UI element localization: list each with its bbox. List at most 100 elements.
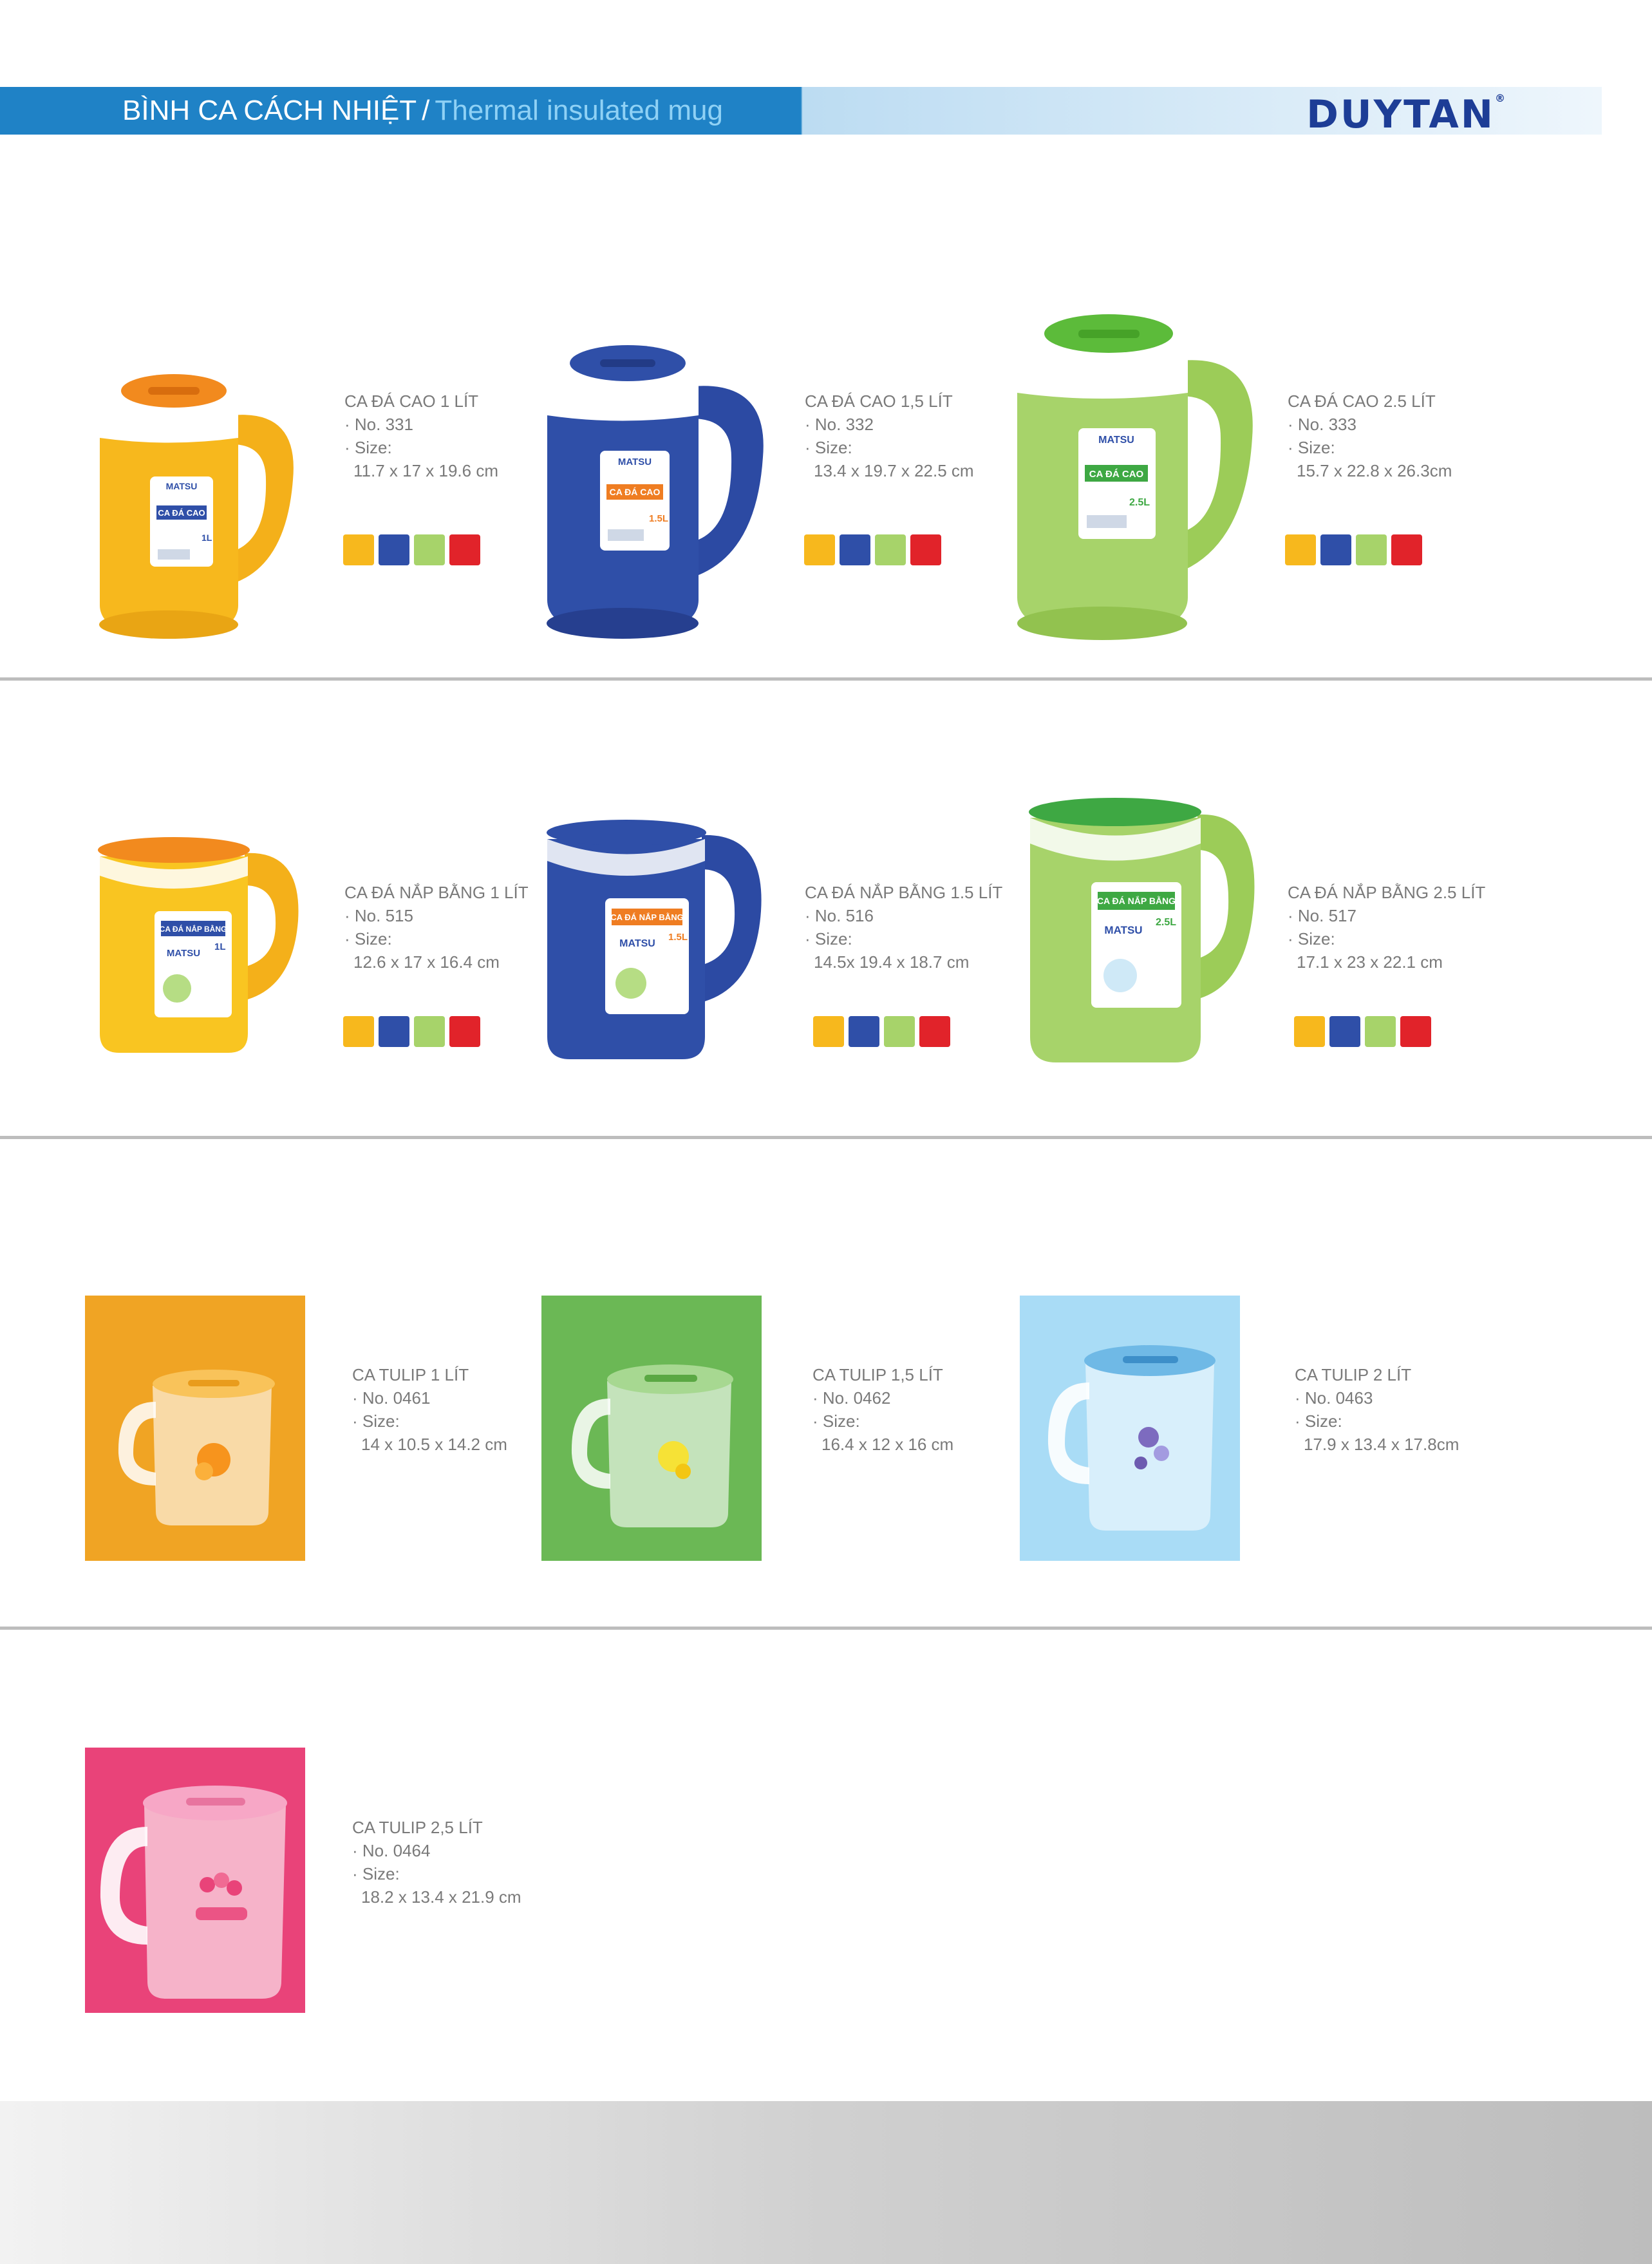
jug-volume-332: 1.5L <box>649 513 668 524</box>
jug-brand-332: MATSU <box>618 457 652 467</box>
jug-image-515: CA ĐÁ NẮP BẰNG MATSU 1L <box>98 837 299 1053</box>
jug-label-332: CA ĐÁ CAO <box>610 487 661 497</box>
jug-volume-516: 1.5L <box>668 932 688 943</box>
product-number: · No. 515 <box>344 906 413 925</box>
brand-logo-text: DUYTAN <box>1306 92 1495 137</box>
jug-image-333: CA ĐÁ CAO MATSU 2.5L <box>1017 314 1253 640</box>
product-info-515: CA ĐÁ NẮP BẰNG 1 LÍT · No. 515 · Size: 1… <box>344 881 529 974</box>
jug-image-331: CA ĐÁ CAO MATSU 1L <box>99 374 294 639</box>
title-separator: / <box>422 95 430 126</box>
product-number: · No. 0462 <box>812 1388 891 1408</box>
product-size: 17.9 x 13.4 x 17.8cm <box>1304 1435 1460 1454</box>
jug-label-516: CA ĐÁ NẮP BẰNG <box>610 912 683 922</box>
jug-brand-515: MATSU <box>167 948 200 959</box>
product-name: CA ĐÁ CAO 1,5 LÍT <box>805 391 953 411</box>
product-card-0463 <box>1020 1296 1240 1561</box>
swatch-red <box>919 1016 950 1047</box>
jug-label-515: CA ĐÁ NẮP BẰNG <box>160 924 227 934</box>
jug-label-331: CA ĐÁ CAO <box>158 508 205 518</box>
product-number: · No. 516 <box>805 906 874 925</box>
product-info-331: CA ĐÁ CAO 1 LÍT · No. 331 · Size: 11.7 x… <box>344 390 498 482</box>
product-name: CA ĐÁ NẮP BẰNG 2.5 LÍT <box>1288 883 1486 902</box>
product-info-332: CA ĐÁ CAO 1,5 LÍT · No. 332 · Size: 13.4… <box>805 390 974 482</box>
swatch-red <box>1391 534 1422 565</box>
color-swatches-333 <box>1285 534 1422 565</box>
swatch-yellow <box>804 534 835 565</box>
size-label: · Size: <box>352 1411 400 1431</box>
product-size: 18.2 x 13.4 x 21.9 cm <box>361 1887 521 1907</box>
product-number: · No. 517 <box>1288 906 1356 925</box>
color-swatches-332 <box>804 534 941 565</box>
swatch-yellow <box>1294 1016 1325 1047</box>
size-label: · Size: <box>352 1864 400 1883</box>
swatch-blue <box>1329 1016 1360 1047</box>
color-swatches-516 <box>813 1016 950 1047</box>
jug-image-516: CA ĐÁ NẮP BẰNG MATSU 1.5L <box>547 820 762 1059</box>
product-card-0461 <box>85 1296 305 1561</box>
size-label: · Size: <box>812 1411 860 1431</box>
product-name: CA TULIP 1,5 LÍT <box>812 1365 943 1384</box>
size-label: · Size: <box>805 438 852 457</box>
swatch-yellow <box>343 1016 374 1047</box>
swatch-blue <box>379 534 409 565</box>
tulip-jug-image-0462 <box>571 1364 733 1527</box>
color-swatches-331 <box>343 534 480 565</box>
product-card-0462 <box>541 1296 762 1561</box>
size-label: · Size: <box>1288 438 1335 457</box>
swatch-green <box>1365 1016 1396 1047</box>
jug-volume-333: 2.5L <box>1129 497 1150 508</box>
product-info-0461: CA TULIP 1 LÍT · No. 0461 · Size: 14 x 1… <box>352 1363 507 1456</box>
product-name: CA TULIP 2 LÍT <box>1295 1365 1412 1384</box>
product-card-0464 <box>85 1748 305 2013</box>
product-number: · No. 0461 <box>352 1388 431 1408</box>
product-info-333: CA ĐÁ CAO 2.5 LÍT · No. 333 · Size: 15.7… <box>1288 390 1452 482</box>
product-size: 11.7 x 17 x 19.6 cm <box>353 461 498 480</box>
swatch-green <box>414 534 445 565</box>
jug-label-333: CA ĐÁ CAO <box>1089 469 1144 480</box>
swatch-yellow <box>1285 534 1316 565</box>
product-name: CA ĐÁ CAO 2.5 LÍT <box>1288 391 1436 411</box>
product-size: 12.6 x 17 x 16.4 cm <box>353 952 500 972</box>
swatch-red <box>910 534 941 565</box>
product-number: · No. 333 <box>1288 415 1356 434</box>
product-name: CA TULIP 2,5 LÍT <box>352 1818 483 1837</box>
swatch-red <box>449 534 480 565</box>
product-name: CA ĐÁ NẮP BẰNG 1 LÍT <box>344 883 529 902</box>
product-info-0462: CA TULIP 1,5 LÍT · No. 0462 · Size: 16.4… <box>812 1363 953 1456</box>
size-label: · Size: <box>805 929 852 948</box>
swatch-blue <box>1320 534 1351 565</box>
product-name: CA ĐÁ CAO 1 LÍT <box>344 391 479 411</box>
jug-label-517: CA ĐÁ NẮP BẰNG <box>1097 895 1176 906</box>
swatch-red <box>449 1016 480 1047</box>
product-name: CA ĐÁ NẮP BẰNG 1.5 LÍT <box>805 883 1003 902</box>
size-label: · Size: <box>1295 1411 1342 1431</box>
tulip-jug-image-0464 <box>100 1786 287 1999</box>
jug-volume-331: 1L <box>202 533 212 543</box>
section-divider-2 <box>0 1136 1652 1139</box>
jug-brand-333: MATSU <box>1098 435 1134 446</box>
swatch-yellow <box>343 534 374 565</box>
product-number: · No. 0463 <box>1295 1388 1373 1408</box>
product-size: 14.5x 19.4 x 18.7 cm <box>814 952 970 972</box>
footer-band <box>0 2101 1652 2264</box>
product-size: 16.4 x 12 x 16 cm <box>821 1435 954 1454</box>
swatch-yellow <box>813 1016 844 1047</box>
product-size: 17.1 x 23 x 22.1 cm <box>1297 952 1443 972</box>
product-info-517: CA ĐÁ NẮP BẰNG 2.5 LÍT · No. 517 · Size:… <box>1288 881 1485 974</box>
tulip-jug-image-0463 <box>1047 1345 1216 1531</box>
swatch-green <box>414 1016 445 1047</box>
tulip-jug-image-0461 <box>118 1370 275 1525</box>
swatch-green <box>884 1016 915 1047</box>
size-label: · Size: <box>1288 929 1335 948</box>
section-divider-1 <box>0 677 1652 681</box>
swatch-blue <box>379 1016 409 1047</box>
size-label: · Size: <box>344 929 392 948</box>
jug-brand-516: MATSU <box>619 938 655 949</box>
header-bar: BÌNH CA CÁCH NHIỆT / Thermal insulated mug… <box>0 87 1602 137</box>
jug-volume-517: 2.5L <box>1156 917 1176 928</box>
page-title: BÌNH CA CÁCH NHIỆT / Thermal insulated mug <box>122 87 723 135</box>
size-label: · Size: <box>344 438 392 457</box>
section-divider-3 <box>0 1627 1652 1630</box>
color-swatches-517 <box>1294 1016 1431 1047</box>
title-en: Thermal insulated mug <box>435 95 723 126</box>
